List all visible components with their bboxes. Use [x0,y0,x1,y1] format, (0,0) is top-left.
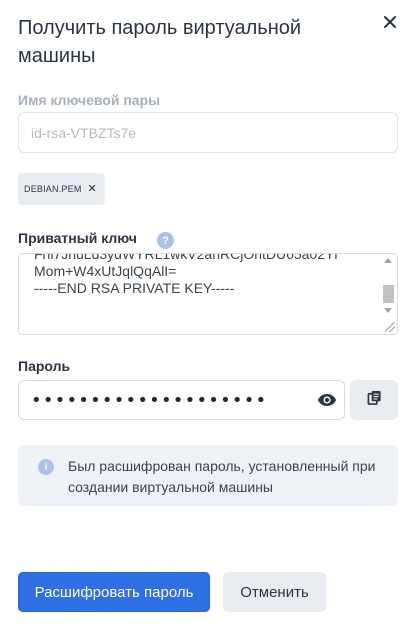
password-value: •••••••••••••••••••• [31,390,268,411]
private-key-label: Приватный ключ [18,230,137,246]
resize-grip-icon[interactable] [385,322,395,332]
password-label: Пароль [18,358,71,374]
chip-label: DEBIAN.PEM [24,184,82,194]
private-key-textarea[interactable]: Fnl7JnuLd3ydWYRL1wkV2anRCjOntDU65a02Yl M… [18,253,398,335]
scroll-up-icon[interactable] [384,258,392,263]
textarea-scrollbar[interactable] [380,255,396,319]
keypair-chip: DEBIAN.PEM ✕ [18,173,105,205]
eye-icon[interactable] [317,392,337,408]
close-icon[interactable] [381,13,399,31]
copy-icon [367,390,382,410]
keypair-label: Имя ключевой пары [18,92,161,108]
chip-remove-icon[interactable]: ✕ [88,183,97,195]
info-icon: i [38,459,54,475]
cancel-button[interactable]: Отменить [223,572,326,612]
help-icon[interactable]: ? [157,232,174,249]
info-text: Был расшифрован пароль, установленный пр… [68,458,376,495]
scroll-thumb[interactable] [383,285,394,303]
copy-button[interactable] [350,380,398,420]
decrypt-password-button[interactable]: Расшифровать пароль [18,572,210,612]
private-key-text: Fnl7JnuLd3ydWYRL1wkV2anRCjOntDU65a02Yl M… [34,253,338,296]
keypair-input[interactable] [18,112,398,153]
password-field[interactable]: •••••••••••••••••••• [18,380,345,420]
info-message: i Был расшифрован пароль, установленный … [18,445,398,506]
dialog-title: Получить пароль виртуальной машины [18,17,302,67]
scroll-down-icon[interactable] [384,308,392,313]
